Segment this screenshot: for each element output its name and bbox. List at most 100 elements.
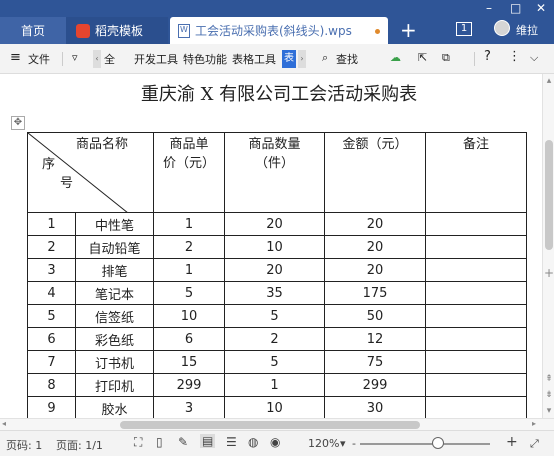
- ribbon-tab-features[interactable]: 特色功能: [183, 51, 227, 67]
- header-quantity[interactable]: 商品数量 （件）: [224, 132, 325, 213]
- new-tab-button[interactable]: +: [400, 18, 417, 42]
- web-view-icon[interactable]: ◍: [248, 435, 258, 449]
- cell-qty[interactable]: 5: [224, 350, 325, 374]
- cell-qty[interactable]: 2: [224, 327, 325, 351]
- next-page-icon[interactable]: ⇟: [544, 390, 554, 400]
- cell-no[interactable]: 2: [27, 235, 76, 259]
- search-icon[interactable]: ⌕: [322, 51, 328, 65]
- scroll-right-arrow-icon[interactable]: ▸: [532, 419, 536, 428]
- collapse-ribbon-icon[interactable]: ⌵: [530, 51, 538, 65]
- cell-qty[interactable]: 5: [224, 304, 325, 328]
- cell-no[interactable]: 5: [27, 304, 76, 328]
- cell-price[interactable]: 10: [153, 304, 225, 328]
- header-unit-price[interactable]: 商品单 价（元）: [153, 132, 225, 213]
- cell-amount[interactable]: 20: [324, 235, 426, 259]
- document-canvas[interactable]: 重庆渝 X 有限公司工会活动采购表 ✥ 商品名称 序 号 商品单 价（元） 商品数…: [0, 74, 542, 418]
- cell-amount[interactable]: 75: [324, 350, 426, 374]
- horizontal-scrollbar[interactable]: ◂ ▸: [0, 418, 554, 430]
- menu-icon[interactable]: ≡: [10, 50, 21, 65]
- add-icon[interactable]: +: [544, 266, 554, 280]
- fit-page-icon[interactable]: ⤢: [530, 437, 539, 451]
- cell-amount[interactable]: 50: [324, 304, 426, 328]
- cell-amount[interactable]: 20: [324, 212, 426, 236]
- help-button[interactable]: ?: [484, 49, 491, 64]
- cell-price[interactable]: 299: [153, 373, 225, 397]
- ribbon-tab-partial[interactable]: 全: [104, 51, 115, 67]
- close-button[interactable]: ✕: [536, 1, 546, 15]
- more-button[interactable]: ⋮: [508, 49, 521, 64]
- page-view-icon[interactable]: ▤: [200, 434, 216, 448]
- vertical-scrollbar[interactable]: ▴ + ⇞ ⇟ ▾: [542, 74, 554, 418]
- zoom-slider-handle[interactable]: [432, 437, 444, 449]
- cell-amount[interactable]: 12: [324, 327, 426, 351]
- cell-note[interactable]: [425, 327, 527, 351]
- scroll-left-arrow-icon[interactable]: ◂: [2, 419, 6, 428]
- diagonal-header-cell[interactable]: 商品名称 序 号: [27, 132, 154, 213]
- cell-qty[interactable]: 20: [224, 212, 325, 236]
- fullscreen-icon[interactable]: ⛶: [134, 435, 142, 450]
- zoom-in-button[interactable]: +: [506, 434, 518, 450]
- tab-home[interactable]: 首页: [0, 17, 66, 44]
- cell-price[interactable]: 6: [153, 327, 225, 351]
- avatar[interactable]: [494, 20, 510, 36]
- search-button[interactable]: 查找: [336, 51, 358, 67]
- vertical-scroll-thumb[interactable]: [545, 140, 553, 250]
- header-amount[interactable]: 金额（元）: [324, 132, 426, 213]
- cell-no[interactable]: 7: [27, 350, 76, 374]
- cell-note[interactable]: [425, 281, 527, 305]
- cell-price[interactable]: 3: [153, 396, 225, 418]
- zoom-level[interactable]: 120%: [308, 437, 339, 450]
- ribbon-tab-dev-tools[interactable]: 开发工具: [134, 51, 178, 67]
- cell-note[interactable]: [425, 258, 527, 282]
- table-move-handle-icon[interactable]: ✥: [11, 116, 25, 130]
- cloud-sync-icon[interactable]: ☁: [390, 51, 401, 64]
- cell-note[interactable]: [425, 212, 527, 236]
- outline-view-icon[interactable]: ☰: [226, 435, 237, 449]
- cell-no[interactable]: 9: [27, 396, 76, 418]
- cell-name[interactable]: 自动铅笔: [75, 235, 154, 259]
- zoom-slider[interactable]: [360, 443, 490, 445]
- tab-document[interactable]: 工会活动采购表(斜线头).wps: [170, 17, 388, 44]
- chevron-down-icon[interactable]: ▿: [72, 51, 78, 64]
- cell-name[interactable]: 信签纸: [75, 304, 154, 328]
- cell-no[interactable]: 3: [27, 258, 76, 282]
- cell-qty[interactable]: 10: [224, 235, 325, 259]
- cell-amount[interactable]: 299: [324, 373, 426, 397]
- cell-qty[interactable]: 10: [224, 396, 325, 418]
- scroll-left-icon[interactable]: ‹: [93, 50, 101, 68]
- eye-protection-icon[interactable]: ◉: [270, 435, 280, 449]
- cell-amount[interactable]: 175: [324, 281, 426, 305]
- cell-name[interactable]: 胶水: [75, 396, 154, 418]
- cell-note[interactable]: [425, 304, 527, 328]
- zoom-dropdown-icon[interactable]: ▾: [340, 437, 346, 450]
- share-icon[interactable]: ⇱: [418, 51, 427, 64]
- cell-qty[interactable]: 20: [224, 258, 325, 282]
- ribbon-tab-table-tools[interactable]: 表格工具: [232, 51, 276, 67]
- cell-name[interactable]: 订书机: [75, 350, 154, 374]
- cell-note[interactable]: [425, 235, 527, 259]
- prev-page-icon[interactable]: ⇞: [544, 374, 554, 384]
- cell-no[interactable]: 8: [27, 373, 76, 397]
- cell-no[interactable]: 4: [27, 281, 76, 305]
- scroll-up-icon[interactable]: ▴: [544, 76, 554, 86]
- window-count-badge[interactable]: 1: [456, 22, 472, 36]
- username-label[interactable]: 维拉: [516, 22, 538, 38]
- ribbon-tab-table-style[interactable]: 表: [282, 50, 296, 68]
- history-icon[interactable]: ⧉: [442, 51, 450, 65]
- cell-qty[interactable]: 35: [224, 281, 325, 305]
- cell-no[interactable]: 6: [27, 327, 76, 351]
- horizontal-scroll-thumb[interactable]: [120, 421, 420, 429]
- minimize-button[interactable]: –: [486, 1, 492, 15]
- cell-note[interactable]: [425, 373, 527, 397]
- cell-price[interactable]: 1: [153, 212, 225, 236]
- cell-note[interactable]: [425, 396, 527, 418]
- file-menu[interactable]: 文件: [28, 51, 50, 67]
- tab-template[interactable]: 稻壳模板: [66, 17, 168, 44]
- cell-price[interactable]: 1: [153, 258, 225, 282]
- scroll-right-icon[interactable]: ›: [298, 50, 306, 68]
- cell-price[interactable]: 5: [153, 281, 225, 305]
- maximize-button[interactable]: □: [510, 1, 521, 15]
- cell-name[interactable]: 中性笔: [75, 212, 154, 236]
- read-mode-icon[interactable]: ▯: [156, 435, 163, 449]
- cell-qty[interactable]: 1: [224, 373, 325, 397]
